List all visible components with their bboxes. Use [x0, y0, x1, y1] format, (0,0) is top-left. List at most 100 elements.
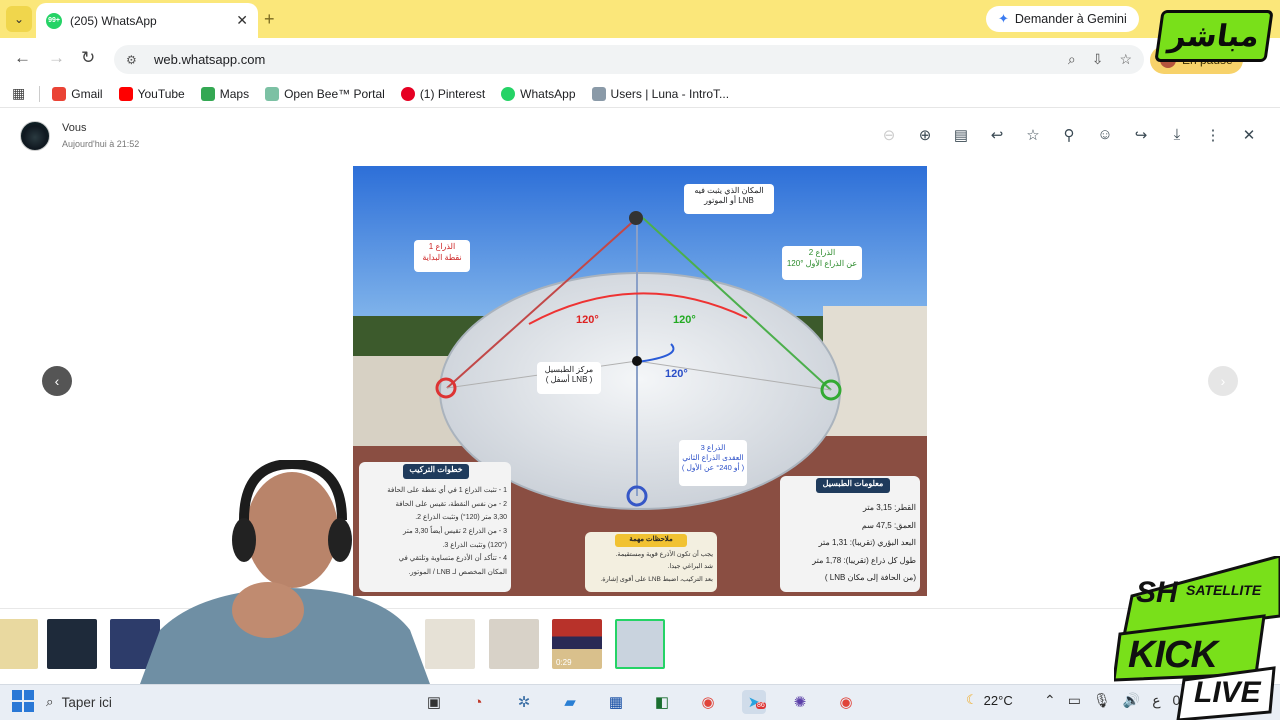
badge-sh: SH: [1136, 576, 1178, 609]
bookmark-luna[interactable]: Users | Luna - IntroT...: [591, 86, 730, 101]
bookmark-label: Open Bee™ Portal: [284, 86, 385, 101]
file-app-icon[interactable]: ▰: [558, 690, 582, 714]
thumbnail[interactable]: [425, 619, 475, 669]
bookmark-gmail[interactable]: Gmail: [52, 86, 103, 101]
chrome-icon[interactable]: ◉: [696, 690, 720, 714]
avatar: [20, 121, 50, 151]
settings-app-icon[interactable]: ✲: [512, 690, 536, 714]
gemini-button[interactable]: ✦ Demander à Gemini: [986, 6, 1139, 32]
arm3-label: الذراع 3 العقدى الذراع الثاني ( أو 240° …: [681, 443, 745, 472]
bookmark-openbee[interactable]: Open Bee™ Portal: [265, 86, 385, 101]
satellite-app-icon[interactable]: ✺: [788, 690, 812, 714]
site-info-icon[interactable]: ⚙: [126, 53, 146, 67]
moon-icon: ☾: [966, 692, 978, 707]
back-button[interactable]: ←: [14, 48, 31, 68]
info-line: القطر: 3,15 متر: [862, 503, 916, 512]
address-bar[interactable]: ⚙ web.whatsapp.com ⌕ ⇩ ☆: [114, 45, 1144, 74]
search-icon: ⌕: [46, 694, 54, 709]
arrow-left-icon: ←: [14, 48, 31, 67]
new-tab-button[interactable]: +: [264, 9, 275, 30]
angle-right-label: 120°: [673, 314, 696, 326]
tab-search-button[interactable]: ⌄: [6, 6, 32, 32]
apps-grid-icon[interactable]: ▦: [12, 85, 25, 102]
close-icon[interactable]: ✕: [1240, 126, 1258, 144]
zoom-icon[interactable]: ⌕: [1068, 51, 1076, 68]
taskbar-search[interactable]: ⌕ Taper ici: [46, 690, 226, 714]
gemini-label: Demander à Gemini: [1014, 12, 1127, 26]
bookmark-whatsapp[interactable]: WhatsApp: [501, 86, 576, 101]
office-app-icon[interactable]: ◧: [650, 690, 674, 714]
headset-earcup: [232, 518, 256, 562]
more-icon[interactable]: ⋮: [1204, 126, 1222, 144]
channel-logo: مباشر: [1154, 10, 1274, 62]
temperature: 22°C: [983, 692, 1013, 708]
bookmark-youtube[interactable]: YouTube: [118, 86, 185, 101]
note-line: شد البراغي جيدا.: [667, 563, 713, 571]
chrome-icon[interactable]: ◉: [834, 690, 858, 714]
reply-icon[interactable]: ↩: [988, 126, 1006, 144]
video-thumbnail[interactable]: 0:29: [552, 619, 602, 669]
arrow-right-icon: →: [48, 48, 65, 67]
thumbnail[interactable]: [47, 619, 97, 669]
info-line: البعد البؤري (تقريبا): 1,31 متر: [818, 538, 916, 548]
info-title: معلومات الطبسيل: [822, 479, 884, 488]
close-tab-icon[interactable]: ✕: [236, 12, 248, 29]
chevron-down-icon: ⌄: [13, 12, 25, 26]
bookmark-label: Users | Luna - IntroT...: [610, 86, 730, 101]
thumbnail-selected[interactable]: [615, 619, 665, 669]
arm2-label: الذراع 2 120° عن الذراع الأول: [786, 248, 858, 268]
app-icon[interactable]: ▣: [422, 690, 446, 714]
media-image[interactable]: المكان الذي يثبت فيه LNB أو الموتور الذر…: [353, 166, 927, 596]
info-line: (من الحافة إلى مكان LNB ): [824, 573, 916, 583]
info-list: القطر: 3,15 متر العمق: 47,5 سم البعد الب…: [784, 499, 916, 587]
zoom-in-icon[interactable]: ⊕: [916, 126, 934, 144]
calculator-icon[interactable]: ▦: [604, 690, 628, 714]
pin-icon[interactable]: ⚲: [1060, 126, 1078, 144]
forward-icon[interactable]: ↪: [1132, 126, 1150, 144]
star-icon[interactable]: ☆: [1024, 126, 1042, 144]
bookmark-label: Maps: [219, 86, 250, 101]
tab-whatsapp[interactable]: 99+ (205) WhatsApp ✕: [36, 3, 258, 38]
chevron-up-icon[interactable]: ⌃: [1044, 692, 1056, 709]
video-duration: 0:29: [556, 658, 572, 667]
kick-live-badge: SH SATELLITE KICK LIVE: [1112, 554, 1280, 722]
caption-icon[interactable]: ▤: [952, 126, 970, 144]
bookmark-label: Gmail: [71, 86, 103, 101]
lnb-label: المكان الذي يثبت فيه LNB أو الموتور: [694, 186, 764, 206]
thumbnail[interactable]: [0, 619, 38, 669]
thumbnail[interactable]: [489, 619, 539, 669]
bookmark-maps[interactable]: Maps: [200, 86, 250, 101]
bookmarks-divider: [39, 85, 41, 102]
network-icon[interactable]: ▭: [1068, 692, 1081, 709]
gemini-sparkle-icon: ✦: [998, 11, 1009, 26]
install-app-icon[interactable]: ⇩: [1092, 51, 1104, 68]
reload-button[interactable]: ↻: [81, 48, 95, 68]
sent-time: Aujourd'hui à 21:52: [62, 139, 140, 149]
badge-satellite: SATELLITE: [1186, 582, 1262, 598]
emoji-icon[interactable]: ☺: [1096, 126, 1114, 144]
tab-title: (205) WhatsApp: [70, 13, 157, 28]
weather-widget[interactable]: ☾ 22°C: [966, 692, 1013, 708]
clock-app-icon[interactable]: ◔: [466, 690, 490, 714]
whatsapp-icon: [501, 86, 516, 101]
badge-live: LIVE: [1194, 676, 1261, 709]
sender-name: Vous: [62, 122, 87, 134]
previous-media-button[interactable]: ‹: [42, 366, 72, 396]
bookmark-pinterest[interactable]: (1) Pinterest: [400, 86, 485, 101]
openbee-icon: [265, 86, 280, 101]
angle-bottom-label: 120°: [665, 368, 688, 380]
note-line: بعد التركيب، اضبط LNB على أقوى إشارة.: [600, 575, 713, 583]
start-button[interactable]: [12, 690, 34, 712]
download-icon[interactable]: ⤓: [1168, 126, 1186, 144]
zoom-out-icon[interactable]: ⊖: [880, 126, 898, 144]
forward-button[interactable]: →: [48, 48, 65, 68]
telegram-icon[interactable]: ➤ 86: [742, 690, 766, 714]
reload-icon: ↻: [81, 48, 96, 67]
pinterest-icon: [400, 86, 415, 101]
chevron-left-icon: ‹: [54, 373, 60, 389]
microphone-icon[interactable]: 🎙: [1093, 692, 1111, 709]
next-media-button[interactable]: ›: [1208, 366, 1238, 396]
bookmark-star-icon[interactable]: ☆: [1119, 51, 1132, 68]
center-label: مركز الطبسيل ( أسفل LNB ): [544, 365, 594, 385]
arm1-label: الذراع 1 نقطة البداية: [422, 242, 462, 262]
